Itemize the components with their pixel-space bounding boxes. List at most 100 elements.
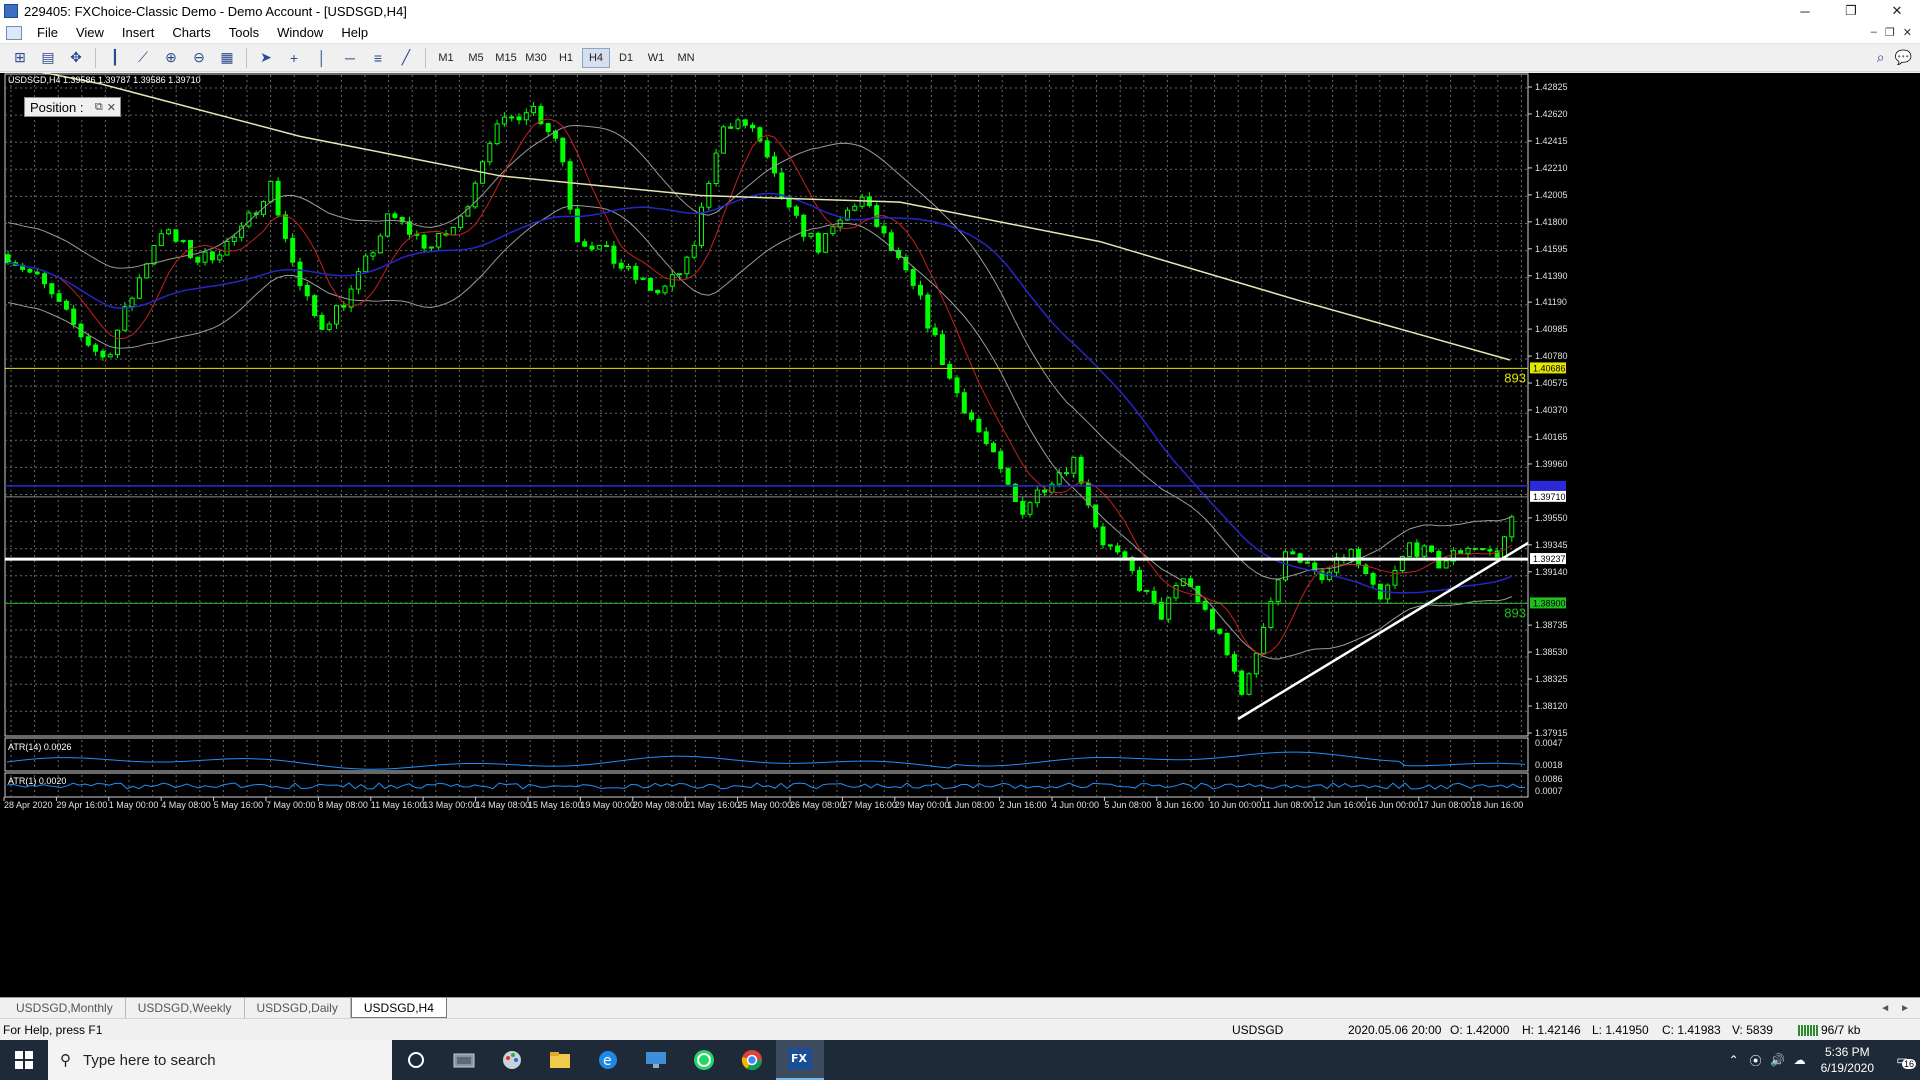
candle-bear [1137,570,1142,591]
chat-icon[interactable]: 💬 [1895,49,1912,66]
chart-window[interactable]: 1.42825 1.42620 1.42415 1.42210 1.42005 1.418… [0,73,1920,997]
candle-bear [786,197,792,208]
search-icon[interactable]: ⌕ [1877,49,1885,66]
menu-insert[interactable]: Insert [113,22,164,44]
candle-bear [939,334,945,366]
timeframe-d1[interactable]: D1 [612,48,640,68]
timeframe-w1[interactable]: W1 [642,48,670,68]
menu-help[interactable]: Help [332,22,377,44]
bar-chart-icon[interactable]: ┃ [103,47,127,69]
price-tick-label: 1.38530 [1535,647,1568,657]
profiles-icon[interactable]: ▤ [36,47,60,69]
line-chart-icon[interactable]: ⟋ [131,47,155,69]
zoom-in-icon[interactable]: ⊕ [159,47,183,69]
zoom-out-icon[interactable]: ⊖ [187,47,211,69]
menu-charts[interactable]: Charts [163,22,219,44]
whatsapp-icon[interactable] [680,1040,728,1080]
new-chart-icon[interactable]: ⊞ [8,47,32,69]
scroll-right-icon[interactable]: ► [1900,1003,1910,1014]
time-tick-label: 8 Jun 16:00 [1157,800,1204,810]
price-tick-label: 1.38735 [1535,620,1568,630]
time-tick-label: 26 May 08:00 [790,800,845,810]
notifications-icon[interactable]: ▭16 [1884,1053,1920,1069]
show-hidden-icons-icon[interactable]: ⌃ [1723,1053,1745,1067]
timeframe-m30[interactable]: M30 [522,48,550,68]
menu-window[interactable]: Window [268,22,332,44]
crosshair-icon[interactable]: + [282,47,306,69]
start-button[interactable] [0,1040,48,1080]
restore-button[interactable]: ❐ [1828,0,1874,22]
price-tick-label: 1.41595 [1535,244,1568,254]
menu-tools[interactable]: Tools [220,22,268,44]
cortana-icon[interactable] [392,1040,440,1080]
timeframe-m5[interactable]: M5 [462,48,490,68]
undock-icon[interactable]: ⧉ [95,101,103,114]
tab-usdsgd-daily[interactable]: USDSGD,Daily [245,998,351,1018]
atr1-tick-label: 0.0007 [1535,786,1563,796]
channel-icon[interactable]: ≡ [366,47,390,69]
candle-bear [341,305,347,308]
mdi-minimize-button[interactable]: – [1871,26,1877,39]
clock[interactable]: 5:36 PM 6/19/2020 [1811,1044,1884,1076]
candle-bull [1173,585,1179,599]
chrome-icon[interactable] [728,1040,776,1080]
cursor-icon[interactable]: ➤ [254,47,278,69]
clock-date: 6/19/2020 [1820,1061,1874,1075]
candle-bear [49,283,55,295]
candle-bear [1122,551,1128,558]
candle-bear [764,140,770,158]
timeframe-h1[interactable]: H1 [552,48,580,68]
candle-bull [334,305,339,325]
candle-bear [1100,526,1106,546]
candle-bear [71,308,77,325]
svg-text:e: e [603,1053,612,1069]
fxchoice-terminal-icon[interactable]: FX [776,1040,824,1080]
task-view-icon[interactable] [440,1040,488,1080]
candle-bull [370,252,376,257]
price-chart[interactable]: 1.42825 1.42620 1.42415 1.42210 1.42005 1.418… [0,73,1920,997]
candle-bear [1370,573,1376,585]
menu-view[interactable]: View [67,22,113,44]
candle-bull [202,251,208,263]
candle-bear [421,234,427,249]
candle-bull [669,274,675,287]
edge-browser-icon[interactable]: e [584,1040,632,1080]
timeframe-mn[interactable]: MN [672,48,700,68]
scroll-left-icon[interactable]: ◄ [1880,1003,1890,1014]
tab-usdsgd-weekly[interactable]: USDSGD,Weekly [126,998,245,1018]
candle-bear [983,431,989,444]
candle-bear [633,265,639,280]
minimize-button[interactable]: ─ [1782,0,1828,22]
volume-icon[interactable]: 🔊 [1767,1053,1789,1067]
position-panel[interactable]: Position : ⧉ ✕ [24,97,121,117]
candle-bear [560,137,566,163]
taskbar-search-box[interactable]: ⚲ Type here to search [48,1040,392,1080]
candle-bear [1217,628,1223,634]
file-explorer-icon[interactable] [536,1040,584,1080]
remote-desktop-icon[interactable] [632,1040,680,1080]
timeframe-h4[interactable]: H4 [582,47,610,68]
trendline-icon[interactable]: ╱ [394,47,418,69]
candle-bear [1290,551,1296,555]
crosshair-move-icon[interactable]: ✥ [64,47,88,69]
timeframe-m15[interactable]: M15 [492,48,520,68]
timeframe-m1[interactable]: M1 [432,48,460,68]
candle-bear [1020,501,1026,515]
close-icon[interactable]: ✕ [107,101,116,114]
tab-usdsgd-monthly[interactable]: USDSGD,Monthly [4,998,126,1018]
candle-bear [5,254,11,264]
tile-windows-icon[interactable]: ▦ [215,47,239,69]
time-tick-label: 25 May 00:00 [738,800,793,810]
vertical-line-icon[interactable]: │ [310,47,334,69]
mdi-restore-button[interactable]: ❐ [1885,26,1895,39]
tab-usdsgd-h4[interactable]: USDSGD,H4 [350,998,447,1018]
network-icon[interactable]: ⦿ [1745,1052,1767,1069]
onedrive-icon[interactable]: ☁ [1789,1053,1811,1067]
chart-window-icon[interactable] [6,25,22,40]
menu-file[interactable]: File [28,22,67,44]
close-button[interactable]: ✕ [1874,0,1920,22]
notification-count: 16 [1902,1059,1917,1069]
horizontal-line-icon[interactable]: ─ [338,47,362,69]
paint-app-icon[interactable] [488,1040,536,1080]
mdi-close-button[interactable]: ✕ [1903,26,1912,39]
